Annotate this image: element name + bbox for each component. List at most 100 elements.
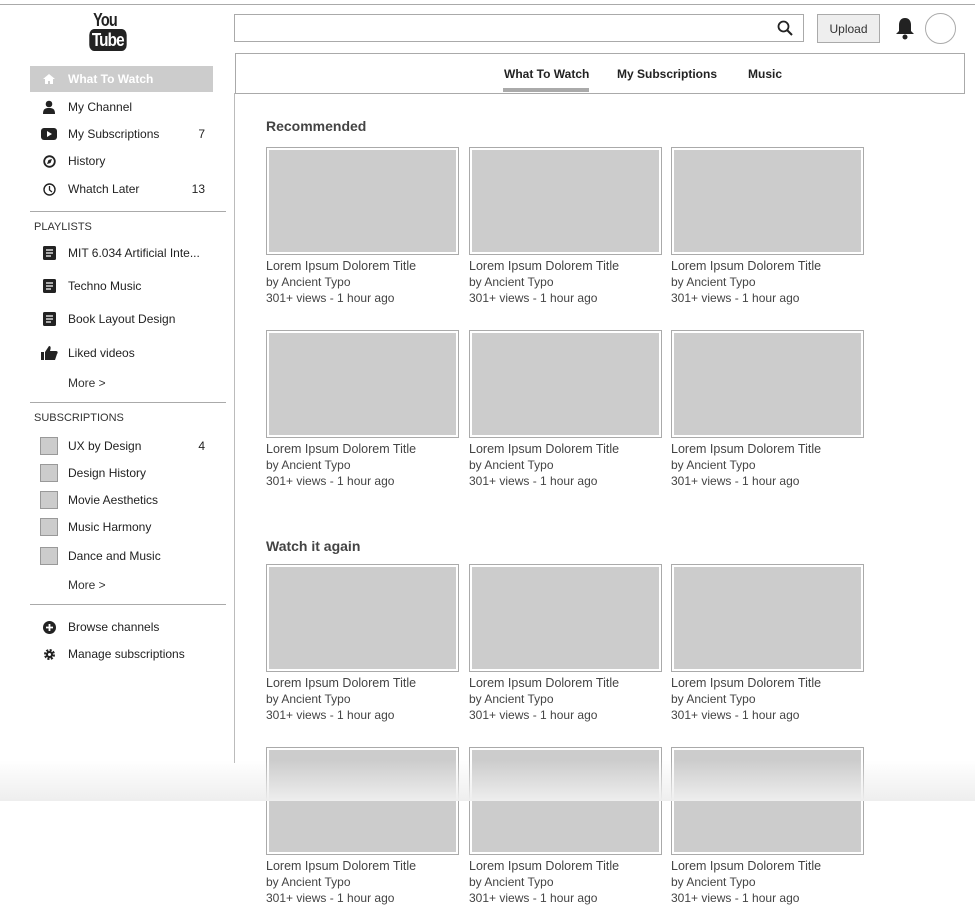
sidebar-item[interactable]: History <box>30 148 213 174</box>
avatar[interactable] <box>925 13 956 44</box>
sidebar-item-label: What To Watch <box>68 72 154 86</box>
video-card[interactable]: Lorem Ipsum Dolorem Title by Ancient Typo… <box>671 564 864 723</box>
playlist-item[interactable]: MIT 6.034 Artificial Inte... <box>30 240 213 266</box>
video-thumbnail[interactable] <box>469 564 662 672</box>
video-card[interactable]: Lorem Ipsum Dolorem Title by Ancient Typo… <box>469 564 662 723</box>
video-title[interactable]: Lorem Ipsum Dolorem Title <box>266 676 459 691</box>
video-title[interactable]: Lorem Ipsum Dolorem Title <box>469 676 662 691</box>
video-meta: 301+ views - 1 hour ago <box>671 708 800 722</box>
video-thumbnail[interactable] <box>671 564 864 672</box>
bell-icon[interactable] <box>895 16 915 40</box>
subscription-item[interactable]: Movie Aesthetics <box>30 487 213 513</box>
video-title[interactable]: Lorem Ipsum Dolorem Title <box>469 859 662 874</box>
playlist-item[interactable]: Techno Music <box>30 273 213 299</box>
video-meta: 301+ views - 1 hour ago <box>266 291 395 305</box>
active-tab-indicator <box>503 88 589 92</box>
video-title[interactable]: Lorem Ipsum Dolorem Title <box>671 859 864 874</box>
playlists-more-link[interactable]: More > <box>68 376 106 390</box>
video-title[interactable]: Lorem Ipsum Dolorem Title <box>671 676 864 691</box>
video-title[interactable]: Lorem Ipsum Dolorem Title <box>469 442 662 457</box>
video-card[interactable]: Lorem Ipsum Dolorem Title by Ancient Typo… <box>266 147 459 306</box>
upload-button[interactable]: Upload <box>817 14 880 43</box>
subscription-label: UX by Design <box>68 439 142 453</box>
play-icon <box>30 128 68 140</box>
video-channel[interactable]: by Ancient Typo <box>266 874 459 890</box>
video-meta: 301+ views - 1 hour ago <box>469 708 598 722</box>
video-title[interactable]: Lorem Ipsum Dolorem Title <box>469 259 662 274</box>
section-title: Recommended <box>266 118 367 134</box>
subscriptions-more-link[interactable]: More > <box>68 578 106 592</box>
video-channel[interactable]: by Ancient Typo <box>469 457 662 473</box>
video-title[interactable]: Lorem Ipsum Dolorem Title <box>671 259 864 274</box>
subscription-label: Music Harmony <box>68 520 152 534</box>
sidebar-footer-item[interactable]: Manage subscriptions <box>30 641 213 667</box>
sidebar-item-label: History <box>68 154 106 168</box>
playlists-heading: PLAYLISTS <box>34 221 92 233</box>
video-card[interactable]: Lorem Ipsum Dolorem Title by Ancient Typo… <box>469 330 662 489</box>
sidebar-item[interactable]: What To Watch <box>30 66 213 92</box>
count-badge: 4 <box>198 439 205 453</box>
video-title[interactable]: Lorem Ipsum Dolorem Title <box>266 442 459 457</box>
video-thumbnail[interactable] <box>671 330 864 438</box>
youtube-logo[interactable]: You Tube <box>86 11 127 51</box>
video-channel[interactable]: by Ancient Typo <box>266 274 459 290</box>
subscription-item[interactable]: Music Harmony <box>30 514 213 540</box>
video-channel[interactable]: by Ancient Typo <box>469 274 662 290</box>
sidebar-footer-label: Manage subscriptions <box>68 647 185 661</box>
subscription-item[interactable]: UX by Design 4 <box>30 433 213 459</box>
video-meta: 301+ views - 1 hour ago <box>671 474 800 488</box>
playlist-label: Liked videos <box>68 346 135 360</box>
video-channel[interactable]: by Ancient Typo <box>671 691 864 707</box>
video-channel[interactable]: by Ancient Typo <box>266 691 459 707</box>
video-card[interactable]: Lorem Ipsum Dolorem Title by Ancient Typo… <box>266 330 459 489</box>
playlist-item[interactable]: Liked videos <box>30 340 213 366</box>
video-thumbnail[interactable] <box>469 147 662 255</box>
video-title[interactable]: Lorem Ipsum Dolorem Title <box>266 859 459 874</box>
gear-icon <box>30 648 68 661</box>
subscription-item[interactable]: Dance and Music <box>30 543 213 569</box>
sidebar-item[interactable]: Whatch Later 13 <box>30 176 213 202</box>
search-icon[interactable] <box>777 20 793 36</box>
video-thumbnail[interactable] <box>671 147 864 255</box>
video-card[interactable]: Lorem Ipsum Dolorem Title by Ancient Typo… <box>266 564 459 723</box>
video-channel[interactable]: by Ancient Typo <box>266 457 459 473</box>
video-card[interactable]: Lorem Ipsum Dolorem Title by Ancient Typo… <box>469 147 662 306</box>
plus-circle-icon <box>30 620 68 634</box>
video-thumbnail[interactable] <box>266 330 459 438</box>
video-channel[interactable]: by Ancient Typo <box>671 274 864 290</box>
video-channel[interactable]: by Ancient Typo <box>671 874 864 890</box>
video-title[interactable]: Lorem Ipsum Dolorem Title <box>266 259 459 274</box>
tab-my-subscriptions[interactable]: My Subscriptions <box>617 67 717 81</box>
playlist-item[interactable]: Book Layout Design <box>30 306 213 332</box>
sidebar-item[interactable]: My Subscriptions 7 <box>30 121 213 147</box>
sidebar-item-label: My Channel <box>68 100 133 114</box>
sidebar-footer-item[interactable]: Browse channels <box>30 614 213 640</box>
sidebar-item-label: My Subscriptions <box>68 127 160 141</box>
channel-thumbnail <box>40 437 58 455</box>
channel-thumbnail <box>40 464 58 482</box>
video-thumbnail[interactable] <box>266 147 459 255</box>
video-card[interactable]: Lorem Ipsum Dolorem Title by Ancient Typo… <box>671 330 864 489</box>
video-channel[interactable]: by Ancient Typo <box>671 457 864 473</box>
video-meta: 301+ views - 1 hour ago <box>671 291 800 305</box>
video-channel[interactable]: by Ancient Typo <box>469 691 662 707</box>
video-thumbnail[interactable] <box>469 330 662 438</box>
subscription-item[interactable]: Design History <box>30 460 213 486</box>
sidebar-item[interactable]: My Channel <box>30 94 213 120</box>
video-card[interactable]: Lorem Ipsum Dolorem Title by Ancient Typo… <box>671 147 864 306</box>
tab-music[interactable]: Music <box>748 67 782 81</box>
search-input[interactable] <box>234 14 804 42</box>
subscription-label: Dance and Music <box>68 549 161 563</box>
tab-what-to-watch[interactable]: What To Watch <box>504 67 589 81</box>
divider <box>30 402 226 403</box>
video-thumbnail[interactable] <box>266 564 459 672</box>
video-meta: 301+ views - 1 hour ago <box>266 474 395 488</box>
compass-icon <box>30 154 68 168</box>
video-channel[interactable]: by Ancient Typo <box>469 874 662 890</box>
divider <box>30 211 226 212</box>
video-title[interactable]: Lorem Ipsum Dolorem Title <box>671 442 864 457</box>
subscription-label: Movie Aesthetics <box>68 493 159 507</box>
video-meta: 301+ views - 1 hour ago <box>469 291 598 305</box>
home-icon <box>30 73 68 85</box>
video-meta: 301+ views - 1 hour ago <box>671 891 800 905</box>
